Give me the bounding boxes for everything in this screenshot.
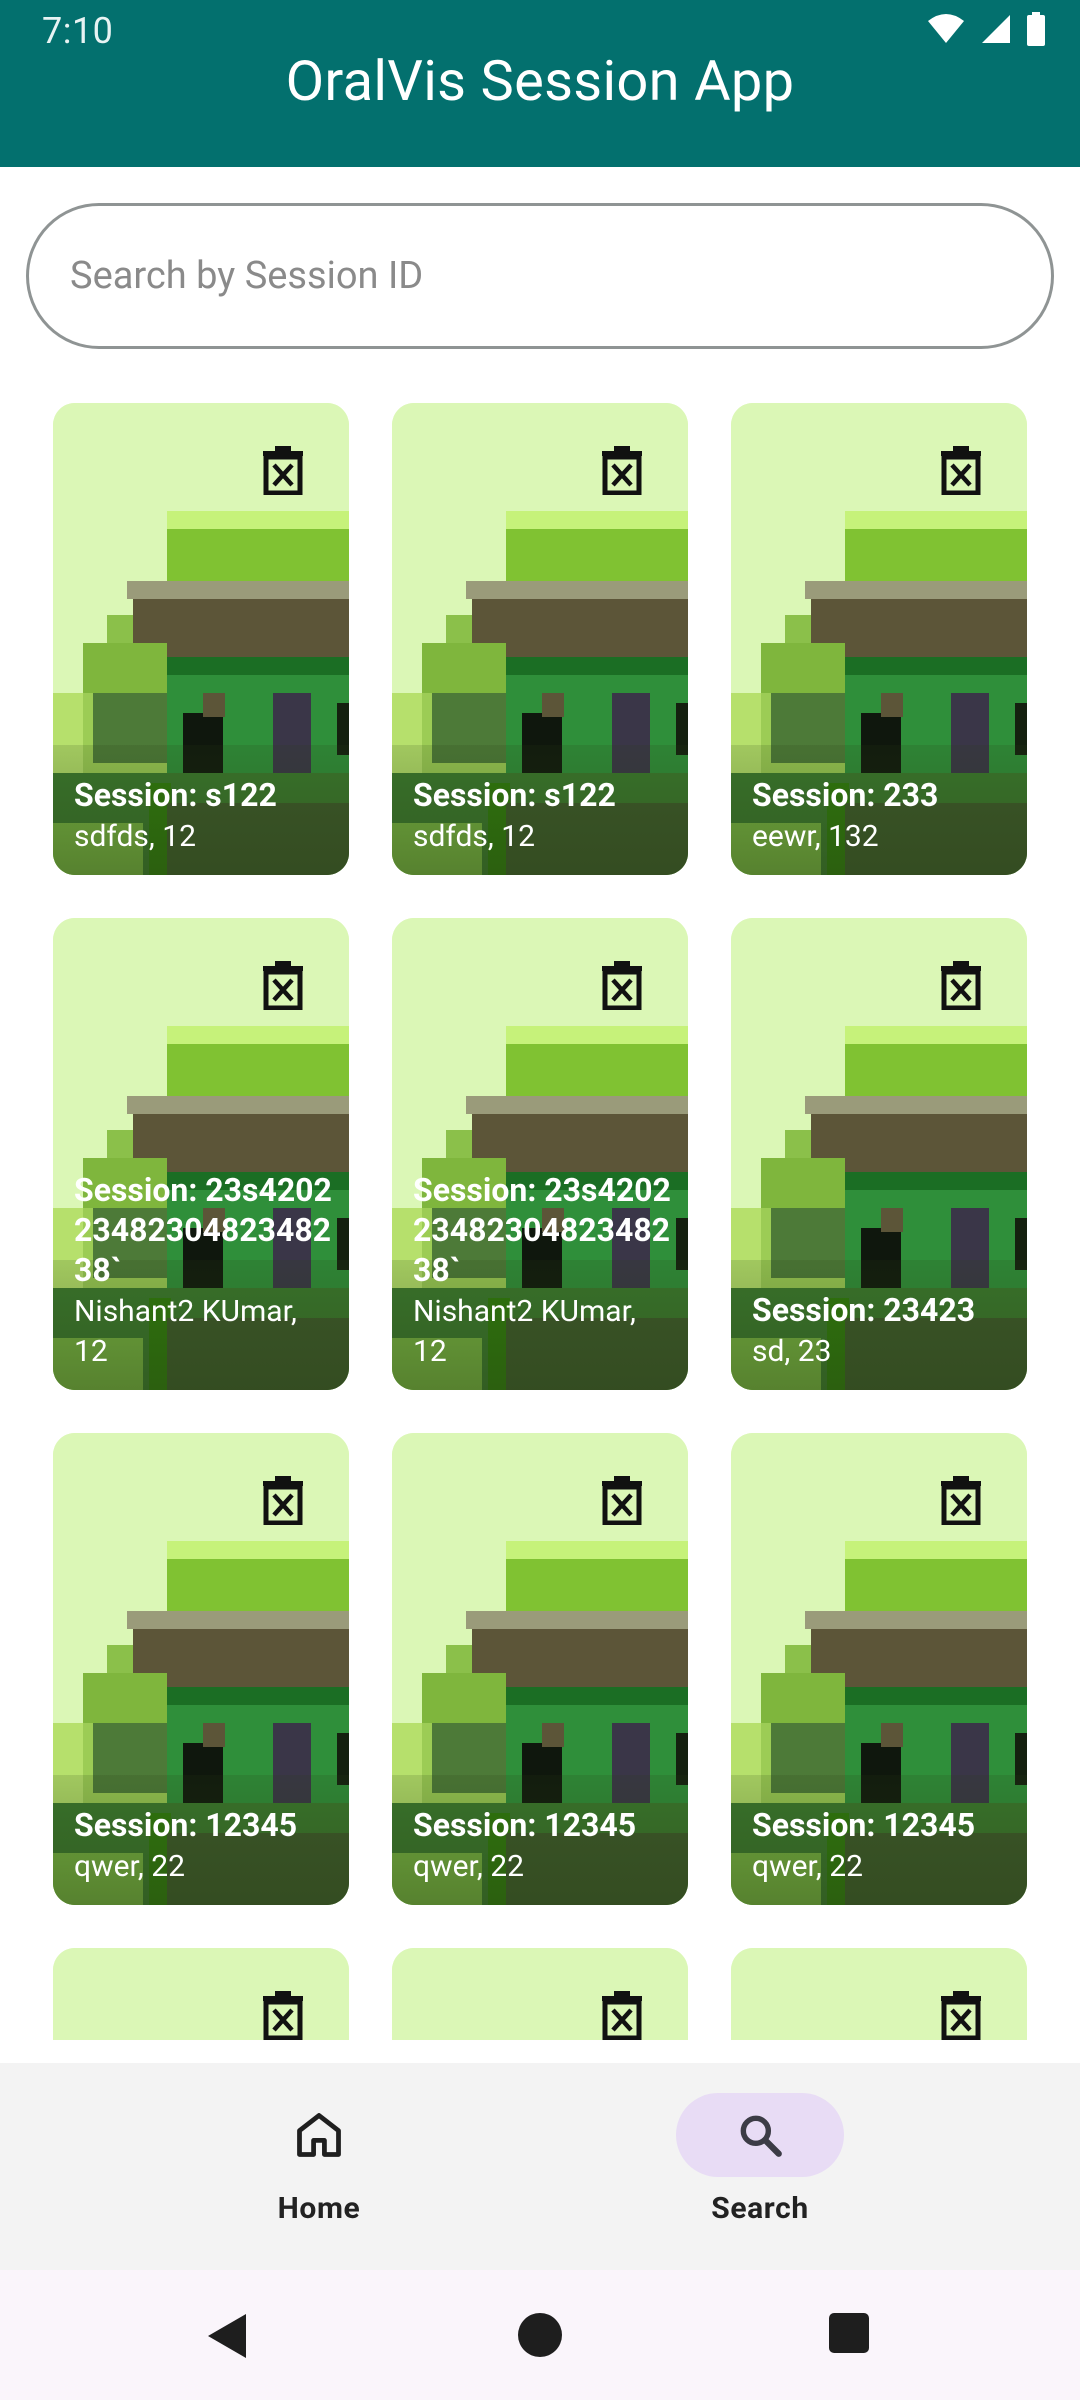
delete-icon[interactable] (939, 1990, 983, 2040)
session-caption: Session: 233 eewr, 132 (752, 775, 1013, 857)
delete-icon[interactable] (939, 1475, 983, 1525)
session-caption: Session: s122 sdfds, 12 (413, 775, 674, 857)
session-caption: Session: 12345 qwer, 22 (752, 1805, 1013, 1887)
session-title: Session: 12345 (413, 1806, 637, 1844)
session-subtitle: qwer, 22 (752, 1849, 863, 1884)
session-caption: Session: 12345 qwer, 22 (74, 1805, 335, 1887)
session-subtitle: sdfds, 12 (413, 819, 535, 854)
session-subtitle: qwer, 22 (74, 1849, 185, 1884)
status-icons (926, 12, 1046, 46)
session-caption: Session: 23423 sd, 23 (752, 1290, 1013, 1372)
session-title: Session: 23423 (752, 1291, 976, 1329)
session-card[interactable]: Session: 233 eewr, 132 (731, 403, 1027, 875)
session-title: Session: 12345 (752, 1806, 976, 1844)
system-navigation-bar (0, 2270, 1080, 2400)
session-card[interactable]: Session: 23423 sd, 23 (731, 918, 1027, 1390)
session-caption: Session: 23s42022348230482348238` Nishant… (413, 1170, 674, 1372)
back-icon[interactable] (204, 2312, 252, 2360)
delete-icon[interactable] (939, 445, 983, 495)
session-title: Session: 23s42022348230482348238` (413, 1171, 671, 1289)
battery-icon (1027, 12, 1045, 46)
session-title: Session: 23s42022348230482348238` (74, 1171, 332, 1289)
nav-search-label: Search (711, 2191, 809, 2226)
session-title: Session: 12345 (74, 1806, 298, 1844)
bottom-navigation: Home Search (0, 2063, 1080, 2270)
session-title: Session: s122 (74, 776, 277, 814)
session-subtitle: sdfds, 12 (74, 819, 196, 854)
session-subtitle: sd, 23 (752, 1334, 832, 1369)
session-card[interactable] (53, 1948, 349, 2040)
session-subtitle: eewr, 132 (752, 819, 879, 854)
app-title: OralVis Session App (285, 48, 795, 114)
session-caption: Session: 23s42022348230482348238` Nishant… (74, 1170, 335, 1372)
session-card[interactable] (392, 1948, 688, 2040)
search-icon (740, 2115, 782, 2157)
session-caption: Session: s122 sdfds, 12 (74, 775, 335, 857)
search-input[interactable] (70, 254, 1051, 298)
nav-search[interactable]: Search (640, 2093, 880, 2226)
nav-home-pill (235, 2093, 403, 2177)
session-card[interactable]: Session: 23s42022348230482348238` Nishant… (392, 918, 688, 1390)
delete-icon[interactable] (261, 1475, 305, 1525)
session-card[interactable]: Session: s122 sdfds, 12 (392, 403, 688, 875)
session-subtitle: Nishant2 KUmar, 12 (74, 1294, 297, 1369)
session-card[interactable] (731, 1948, 1027, 2040)
session-subtitle: qwer, 22 (413, 1849, 524, 1884)
session-card[interactable]: Session: 12345 qwer, 22 (392, 1433, 688, 1905)
search-field[interactable] (26, 203, 1054, 349)
delete-icon[interactable] (600, 445, 644, 495)
nav-search-pill (676, 2093, 844, 2177)
delete-icon[interactable] (261, 1990, 305, 2040)
delete-icon[interactable] (600, 960, 644, 1010)
delete-icon[interactable] (939, 960, 983, 1010)
session-subtitle: Nishant2 KUmar, 12 (413, 1294, 636, 1369)
home-icon (297, 2113, 341, 2157)
wifi-icon (928, 14, 964, 43)
home-circle-icon[interactable] (517, 2312, 563, 2358)
session-caption: Session: 12345 qwer, 22 (413, 1805, 674, 1887)
delete-icon[interactable] (600, 1475, 644, 1525)
session-card[interactable]: Session: s122 sdfds, 12 (53, 403, 349, 875)
session-card[interactable]: Session: 23s42022348230482348238` Nishant… (53, 918, 349, 1390)
session-card[interactable]: Session: 12345 qwer, 22 (731, 1433, 1027, 1905)
session-grid[interactable]: Session: s122 sdfds, 12 Session: s122 sdfds… (0, 368, 1080, 2040)
nav-home[interactable]: Home (199, 2093, 439, 2226)
session-title: Session: s122 (413, 776, 616, 814)
nav-home-label: Home (277, 2191, 361, 2226)
recents-icon[interactable] (828, 2312, 870, 2354)
delete-icon[interactable] (600, 1990, 644, 2040)
delete-icon[interactable] (261, 445, 305, 495)
app-bar: 7:10 OralVis Session App (0, 0, 1080, 167)
session-title: Session: 233 (752, 776, 939, 814)
status-time: 7:10 (42, 10, 114, 52)
session-card[interactable]: Session: 12345 qwer, 22 (53, 1433, 349, 1905)
delete-icon[interactable] (261, 960, 305, 1010)
signal-icon (982, 15, 1010, 43)
